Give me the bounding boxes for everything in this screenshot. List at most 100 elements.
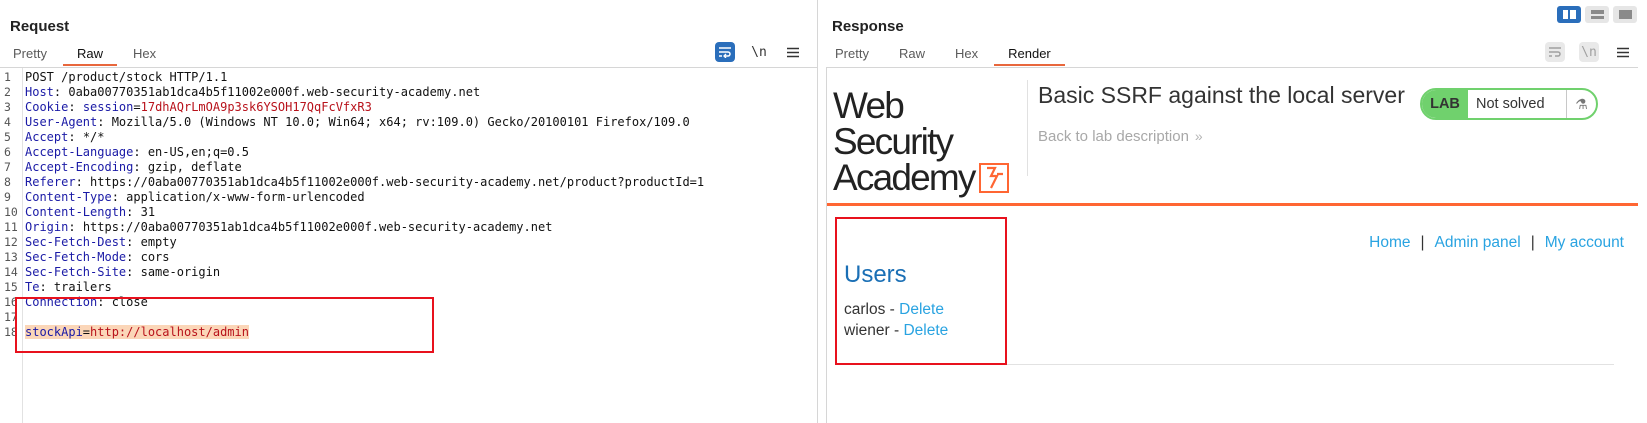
user-name: wiener: [844, 322, 890, 339]
line-number: 6: [4, 145, 11, 159]
logo-line2: Academy: [833, 157, 1019, 198]
header-value: same-origin: [140, 265, 221, 279]
header-name: Accept-Encoding: [25, 160, 134, 174]
content-rule: [844, 364, 1614, 365]
header-separator: :: [68, 100, 83, 114]
header-value: en-US,en;q=0.5: [147, 145, 249, 159]
tab-hex[interactable]: Hex: [955, 44, 978, 66]
back-to-lab-link[interactable]: Back to lab description »: [1038, 128, 1203, 145]
header-separator: :: [133, 145, 148, 159]
request-title: Request: [10, 18, 70, 35]
request-line: 4 User-Agent: Mozilla/5.0 (Windows NT 10.…: [0, 115, 817, 130]
single-pane-icon[interactable]: [1613, 6, 1637, 23]
tab-pretty[interactable]: Pretty: [835, 44, 869, 66]
line-number: 8: [4, 175, 11, 189]
tab-render[interactable]: Render: [994, 44, 1065, 66]
header-separator: =: [82, 325, 91, 339]
back-link-text: Back to lab description: [1038, 128, 1189, 145]
line-content: Accept-Encoding: gzip, deflate: [23, 160, 242, 175]
line-content: User-Agent: Mozilla/5.0 (Windows NT 10.0…: [23, 115, 690, 130]
lab-status-badge: LAB Not solved ⚗: [1420, 88, 1598, 120]
newline-toggle-button[interactable]: \n: [1579, 42, 1599, 62]
split-vertical-icon[interactable]: [1585, 6, 1609, 23]
header-value: https://0aba00770351ab1dca4b5f11002e000f…: [90, 175, 705, 189]
header-name: Sec-Fetch-Mode: [25, 250, 127, 264]
wrap-icon[interactable]: [1545, 42, 1565, 62]
nav-my-account-link[interactable]: My account: [1545, 234, 1624, 252]
tab-raw[interactable]: Raw: [62, 44, 118, 66]
request-line: 6 Accept-Language: en-US,en;q=0.5: [0, 145, 817, 160]
newline-toggle-button[interactable]: \n: [749, 42, 769, 62]
line-content: stockApi=http://localhost/admin: [23, 325, 249, 340]
line-content: Te: trailers: [23, 280, 112, 295]
delete-carlos-link[interactable]: Delete: [899, 301, 944, 318]
split-horizontal-icon[interactable]: [1557, 6, 1581, 23]
request-line: 5 Accept: */*: [0, 130, 817, 145]
nav-separator: |: [1420, 234, 1425, 251]
request-line: 3 Cookie: session=17dhAQrLmOA9p3sk6YSOH17…: [0, 100, 817, 115]
line-number: 16: [4, 295, 18, 309]
nav-separator: |: [1530, 234, 1535, 251]
request-tabs: Pretty Raw Hex: [13, 44, 186, 66]
tab-hex[interactable]: Hex: [133, 44, 156, 66]
response-toolbar: \n: [1545, 42, 1633, 62]
tab-pretty[interactable]: Pretty: [13, 44, 47, 66]
line-number: 18: [4, 325, 18, 339]
request-line: 16 Connection: close: [0, 295, 817, 310]
request-line: 13 Sec-Fetch-Mode: cors: [0, 250, 817, 265]
line-content: Sec-Fetch-Dest: empty: [23, 235, 177, 250]
tab-raw[interactable]: Raw: [899, 44, 925, 66]
web-security-academy-logo[interactable]: Web Security Academy: [833, 87, 1019, 198]
line-number: 2: [4, 85, 11, 99]
logo-line2-text: Academy: [833, 157, 976, 198]
line-content: Accept-Language: en-US,en;q=0.5: [23, 145, 249, 160]
line-content: Referer: https://0aba00770351ab1dca4b5f1…: [23, 175, 704, 190]
header-separator: :: [97, 295, 112, 309]
request-line: 1 POST /product/stock HTTP/1.1: [0, 70, 817, 85]
line-content: [23, 310, 25, 325]
request-line: 12 Sec-Fetch-Dest: empty: [0, 235, 817, 250]
line-number: 10: [4, 205, 18, 219]
nav-home-link[interactable]: Home: [1369, 234, 1410, 252]
line-number: 3: [4, 100, 11, 114]
line-number: 9: [4, 190, 11, 204]
header-value: http://localhost/admin: [90, 325, 249, 339]
user-name: carlos: [844, 301, 886, 318]
header-divider: [1027, 80, 1028, 176]
delete-wiener-link[interactable]: Delete: [903, 322, 948, 339]
header-name: Content-Length: [25, 205, 127, 219]
request-editor[interactable]: 1 POST /product/stock HTTP/1.1 2 Host: 0aba…: [0, 67, 817, 423]
header-separator: :: [126, 265, 141, 279]
request-line: 11 Origin: https://0aba00770351ab1dca4b5f…: [0, 220, 817, 235]
hamburger-icon[interactable]: [783, 42, 803, 62]
line-number: 17: [4, 310, 18, 324]
header-separator: :: [97, 115, 112, 129]
nav-links: Home | Admin panel | My account: [1369, 234, 1624, 252]
lab-status-text: Not solved: [1476, 96, 1545, 112]
request-line: 17: [0, 310, 817, 325]
header-name: Accept-Language: [25, 145, 134, 159]
line-number: 1: [4, 70, 11, 84]
nav-admin-panel-link[interactable]: Admin panel: [1435, 234, 1521, 252]
header-separator: :: [126, 235, 141, 249]
request-line: 10 Content-Length: 31: [0, 205, 817, 220]
header-value: close: [111, 295, 148, 309]
line-number: 11: [4, 220, 18, 234]
header-separator: :: [39, 280, 54, 294]
user-dash: -: [885, 301, 900, 318]
request-line: 14 Sec-Fetch-Site: same-origin: [0, 265, 817, 280]
header-separator: :: [111, 190, 127, 204]
line-number: 14: [4, 265, 18, 279]
hamburger-icon[interactable]: [1613, 42, 1633, 62]
header-separator: :: [53, 85, 69, 99]
request-line: 15 Te: trailers: [0, 280, 817, 295]
line-content: Content-Type: application/x-www-form-url…: [23, 190, 365, 205]
request-toolbar: \n: [715, 42, 803, 62]
response-tabs: Pretty Raw Hex Render: [835, 44, 1081, 66]
header-value: 31: [140, 205, 156, 219]
header-separator: :: [133, 160, 148, 174]
request-lines: 1 POST /product/stock HTTP/1.1 2 Host: 0aba…: [0, 70, 817, 340]
request-line: 2 Host: 0aba00770351ab1dca4b5f11002e000f.…: [0, 85, 817, 100]
wrap-icon[interactable]: [715, 42, 735, 62]
line-content: Content-Length: 31: [23, 205, 155, 220]
